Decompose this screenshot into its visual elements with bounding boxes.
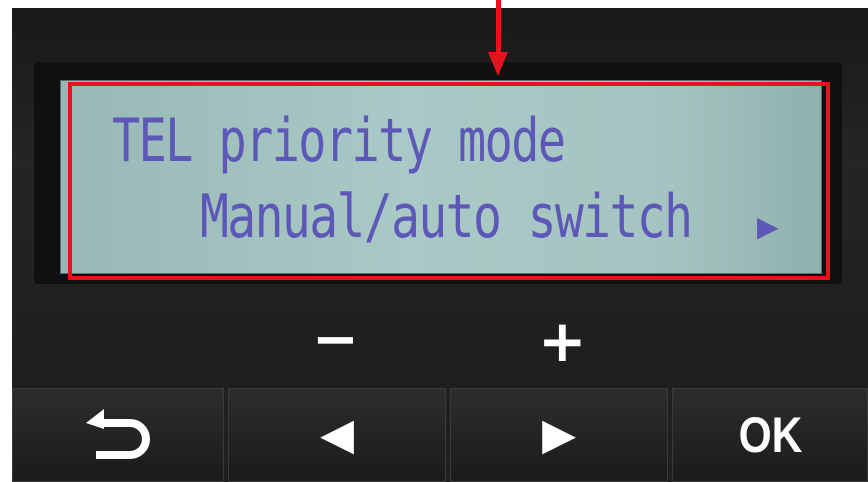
left-arrow-icon: ◀: [320, 409, 354, 460]
highlight-box: [68, 82, 830, 280]
left-button[interactable]: ◀: [228, 388, 446, 482]
right-button[interactable]: ▶: [450, 388, 668, 482]
ok-label: OK: [738, 407, 802, 463]
back-button[interactable]: [12, 388, 224, 482]
plus-label: +: [538, 307, 587, 375]
back-arrow-icon: [86, 409, 150, 459]
pointer-arrow-icon: [488, 0, 508, 76]
minus-label: −: [312, 307, 359, 372]
button-row: ◀ ▶ OK: [12, 388, 868, 482]
right-arrow-icon: ▶: [542, 409, 576, 460]
ok-button[interactable]: OK: [672, 388, 868, 482]
